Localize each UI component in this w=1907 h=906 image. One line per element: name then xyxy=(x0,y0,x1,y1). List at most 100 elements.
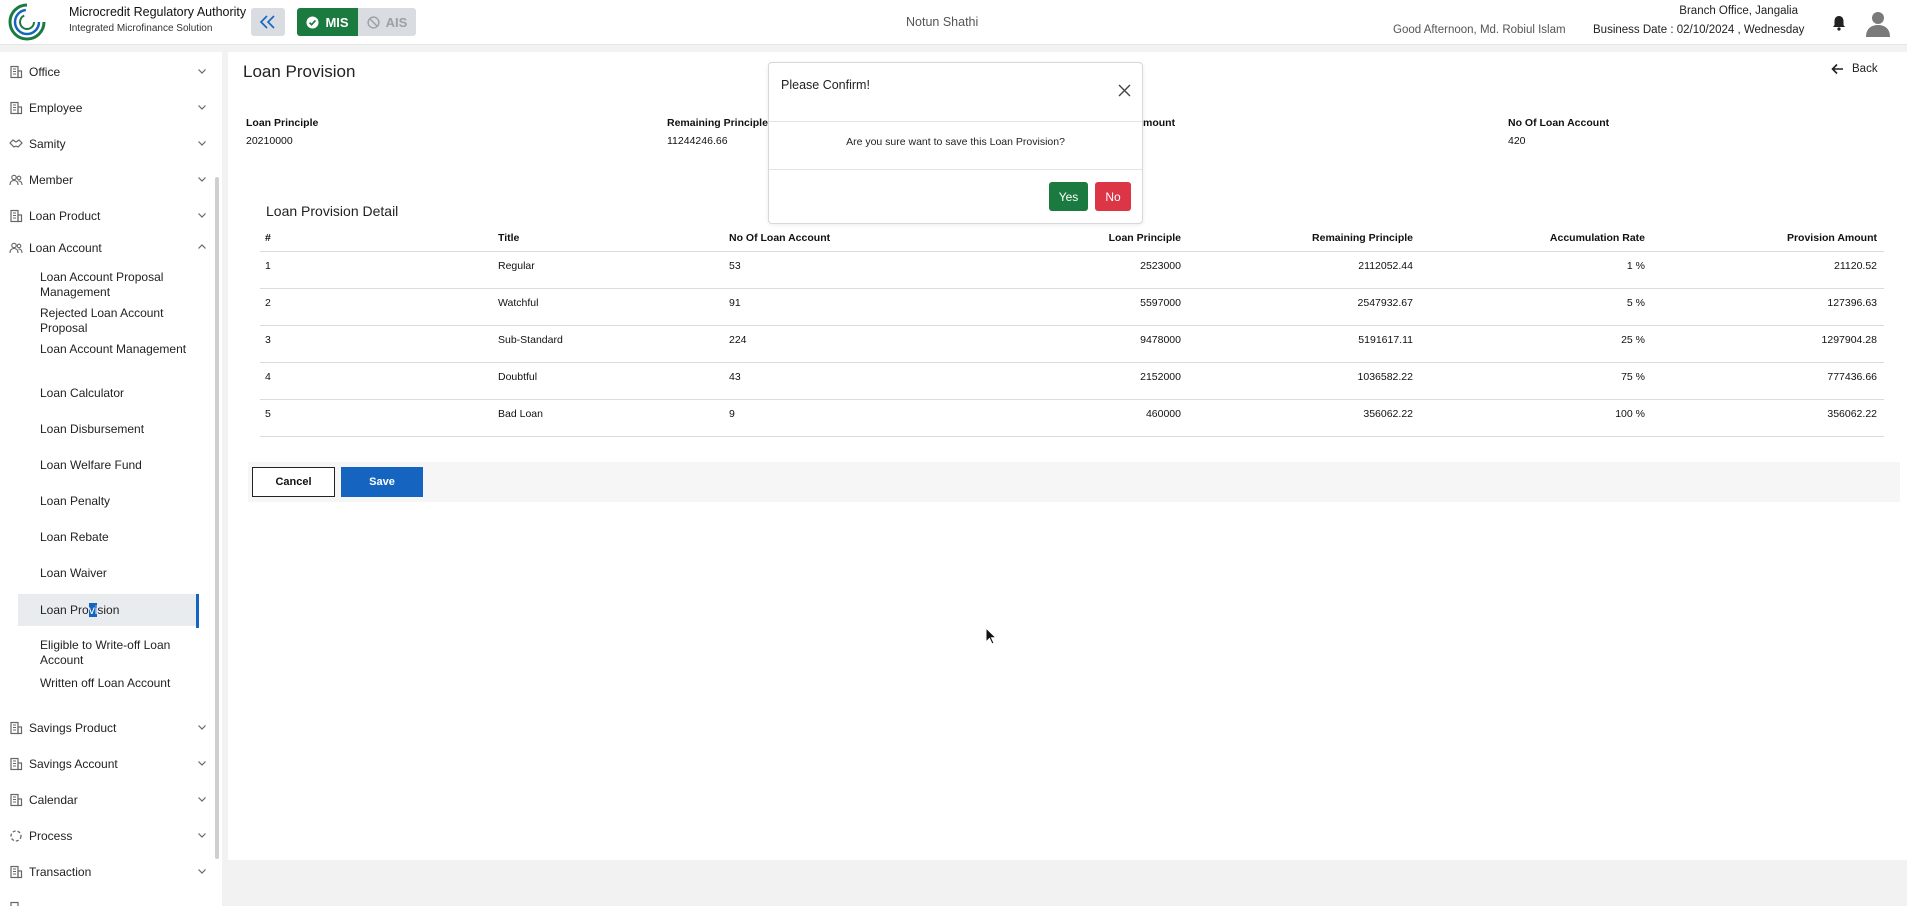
sidebar-subitem-loan-rebate[interactable]: Loan Rebate xyxy=(40,530,200,545)
sidebar-item-calendar[interactable]: Calendar xyxy=(0,790,210,810)
cell-remaining-principle: 2112052.44 xyxy=(1358,260,1413,272)
dialog-divider xyxy=(769,169,1142,170)
cell-no-of-loan-account: 224 xyxy=(729,334,747,346)
summary-no-of-loan-account-label: No Of Loan Account xyxy=(1508,117,1610,129)
building-icon xyxy=(10,209,23,223)
cell-provision-amount: 21120.52 xyxy=(1833,260,1877,272)
chevron-down-icon xyxy=(198,213,206,218)
cell-provision-amount: 777436.66 xyxy=(1827,371,1877,383)
chevron-up-icon xyxy=(198,244,206,249)
sidebar-item-label: Savings Product xyxy=(29,721,117,735)
user-avatar-icon[interactable] xyxy=(1864,9,1892,37)
sidebar-item-transaction[interactable]: Transaction xyxy=(0,862,210,882)
users-icon xyxy=(9,174,23,186)
sidebar-subitem-rejected-loan-account-proposal[interactable]: Rejected Loan Account Proposal xyxy=(40,306,200,335)
sidebar-subitem-loan-provision[interactable]: Loan Provision xyxy=(18,594,199,626)
sidebar-item-partial[interactable] xyxy=(0,898,210,906)
sidebar-item-process[interactable]: Process xyxy=(0,826,210,846)
handshake-icon xyxy=(9,139,23,148)
sidebar-item-loan-product[interactable]: Loan Product xyxy=(0,206,210,226)
business-date: Business Date : 02/10/2024 , Wednesday xyxy=(1593,24,1805,36)
sidebar-item-label: Process xyxy=(29,829,73,843)
sidebar-subitem-loan-waiver[interactable]: Loan Waiver xyxy=(40,566,200,581)
active-indicator xyxy=(196,594,199,628)
cell-loan-principle: 9478000 xyxy=(1140,334,1181,346)
loan-provision-label: Loan Provision xyxy=(40,603,119,618)
building-icon xyxy=(10,865,23,879)
cell-accumulation-rate: 5 % xyxy=(1626,297,1645,309)
summary-amount-label: mount xyxy=(1143,117,1176,129)
collapse-sidebar-button[interactable] xyxy=(251,8,285,36)
sidebar-item-samity[interactable]: Samity xyxy=(0,134,210,154)
ais-toggle-button[interactable]: AIS xyxy=(358,8,416,36)
cell-loan-principle: 5597000 xyxy=(1140,297,1181,309)
sidebar-subitem-loan-disbursement[interactable]: Loan Disbursement xyxy=(40,422,200,437)
loan-provision-label-part: Loan Pro xyxy=(40,603,89,617)
table-header-divider xyxy=(260,251,1884,252)
brand-title: Microcredit Regulatory Authority xyxy=(69,5,247,19)
user-greeting: Good Afternoon, Md. Robiul Islam xyxy=(1393,24,1566,36)
dialog-title: Please Confirm! xyxy=(781,78,870,92)
sidebar-item-loan-account[interactable]: Loan Account xyxy=(0,238,210,258)
check-circle-icon xyxy=(306,15,319,29)
sidebar-item-member[interactable]: Member xyxy=(0,170,210,190)
sidebar-item-savings-account[interactable]: Savings Account xyxy=(0,754,210,774)
sidebar-subitem-eligible-to-write-off[interactable]: Eligible to Write-off Loan Account xyxy=(40,638,200,667)
chevron-down-icon xyxy=(198,761,206,766)
cell-title: Sub-Standard xyxy=(498,334,563,346)
sidebar-item-label: Loan Product xyxy=(29,209,101,223)
row-divider xyxy=(260,436,1884,437)
cell-accumulation-rate: 25 % xyxy=(1621,334,1645,346)
mis-toggle-button[interactable]: MIS xyxy=(297,8,358,36)
loan-provision-label-part: sion xyxy=(97,603,120,617)
yes-button[interactable]: Yes xyxy=(1049,182,1088,211)
chevron-down-icon xyxy=(198,869,206,874)
close-icon[interactable] xyxy=(1118,84,1131,97)
cell-provision-amount: 1297904.28 xyxy=(1821,334,1877,346)
cell-title: Bad Loan xyxy=(498,408,543,420)
organization-name: Notun Shathi xyxy=(906,15,979,29)
cell-title: Regular xyxy=(498,260,535,272)
chevron-down-icon xyxy=(198,141,206,146)
building-icon xyxy=(10,793,23,807)
sidebar-subitem-loan-penalty[interactable]: Loan Penalty xyxy=(40,494,200,509)
save-button[interactable]: Save xyxy=(341,467,423,497)
cell-provision-amount: 127396.63 xyxy=(1827,297,1877,309)
sidebar-subitem-loan-account-proposal-management[interactable]: Loan Account Proposal Management xyxy=(40,270,200,299)
sidebar-subitem-loan-calculator[interactable]: Loan Calculator xyxy=(40,386,200,401)
sidebar-scrollbar[interactable] xyxy=(215,177,219,859)
column-header-loan-principle: Loan Principle xyxy=(1108,232,1181,244)
column-header-accumulation-rate: Accumulation Rate xyxy=(1549,232,1645,244)
sidebar-item-employee[interactable]: Employee xyxy=(0,98,210,118)
row-divider xyxy=(260,288,1884,289)
cell-remaining-principle: 2547932.67 xyxy=(1357,297,1413,309)
column-header-title: Title xyxy=(498,232,520,244)
back-button[interactable]: Back xyxy=(1831,63,1878,75)
sidebar-subitem-written-off-loan-account[interactable]: Written off Loan Account xyxy=(40,676,200,691)
chevron-down-icon xyxy=(198,177,206,182)
no-button[interactable]: No xyxy=(1095,182,1131,211)
building-icon xyxy=(10,721,23,735)
back-label: Back xyxy=(1852,63,1878,75)
cell-index: 3 xyxy=(265,334,271,346)
sidebar-subitem-loan-account-management[interactable]: Loan Account Management xyxy=(40,342,200,357)
bell-icon[interactable] xyxy=(1830,14,1848,32)
brand-subtitle: Integrated Microfinance Solution xyxy=(69,23,213,34)
sidebar-item-savings-product[interactable]: Savings Product xyxy=(0,718,210,738)
cancel-button[interactable]: Cancel xyxy=(252,467,335,497)
building-icon xyxy=(10,757,23,771)
top-header: Microcredit Regulatory Authority Integra… xyxy=(0,0,1907,45)
cell-loan-principle: 2523000 xyxy=(1140,260,1181,272)
cell-index: 5 xyxy=(265,408,271,420)
sidebar-item-label: Transaction xyxy=(29,865,92,879)
sidebar-subitem-loan-welfare-fund[interactable]: Loan Welfare Fund xyxy=(40,458,200,473)
sidebar-item-label: Savings Account xyxy=(29,757,118,771)
sidebar-item-label: Samity xyxy=(29,137,66,151)
cell-accumulation-rate: 75 % xyxy=(1621,371,1645,383)
sidebar-item-office[interactable]: Office xyxy=(0,62,210,82)
ais-label: AIS xyxy=(385,14,408,30)
summary-loan-principle-label: Loan Principle xyxy=(246,117,319,129)
page-title: Loan Provision xyxy=(243,62,356,81)
mis-label: MIS xyxy=(325,14,349,30)
cell-remaining-principle: 5191617.11 xyxy=(1358,334,1413,346)
